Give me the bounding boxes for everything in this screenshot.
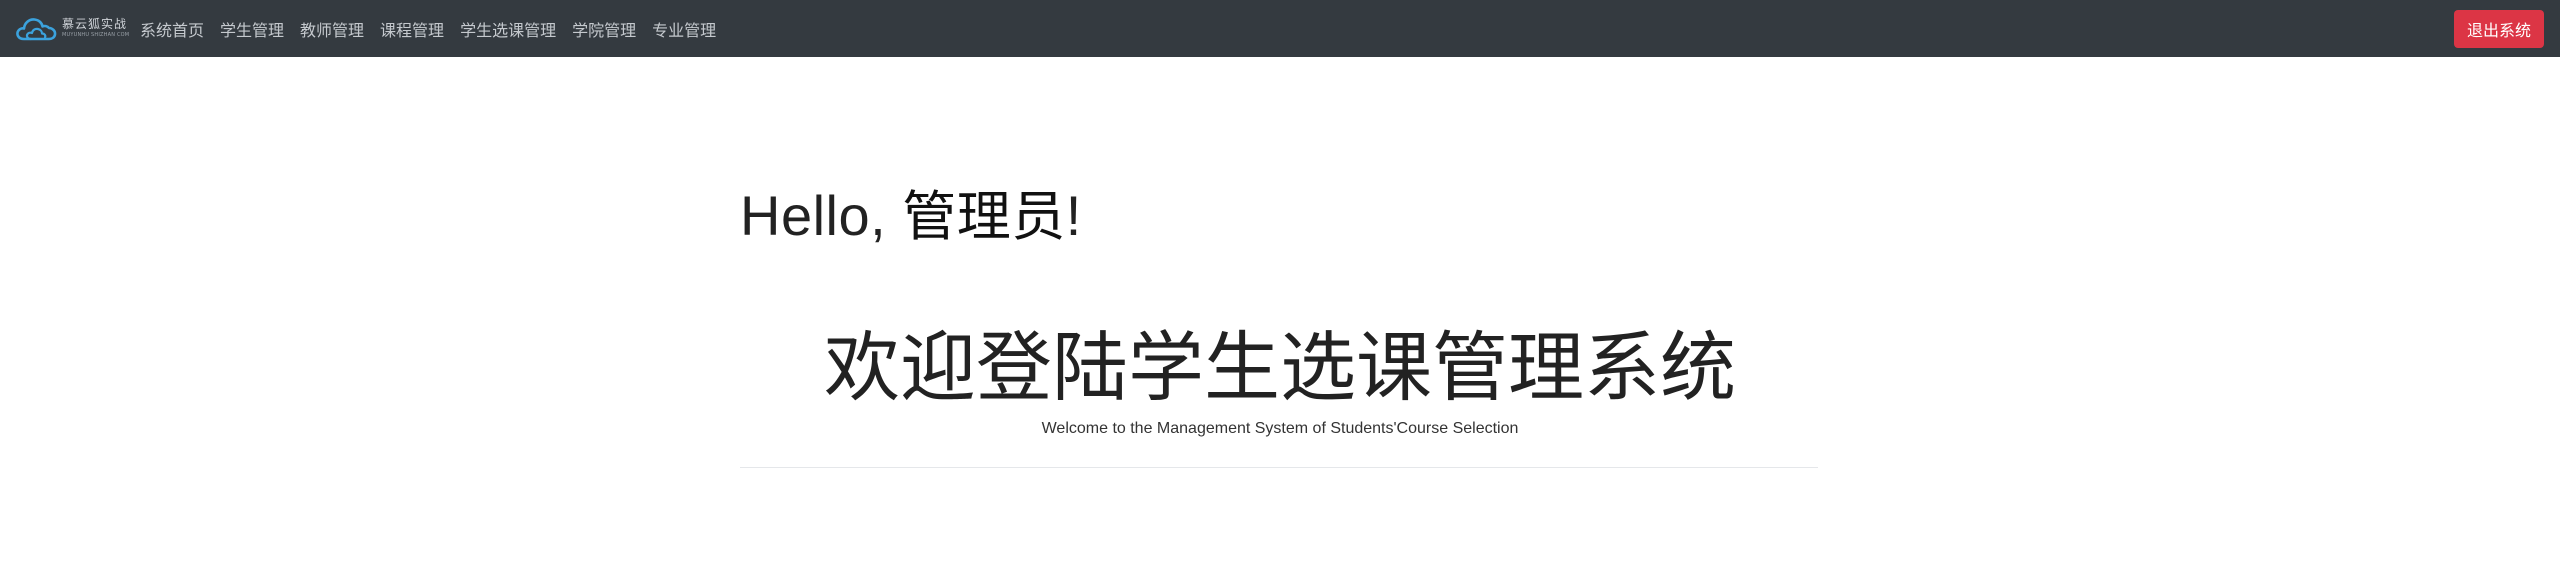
- brand-tagline: MUYUNHU SHIZHAN COM: [62, 32, 130, 38]
- main-nav: 系统首页 学生管理 教师管理 课程管理 学生选课管理 学院管理 专业管理: [132, 0, 724, 57]
- nav-item-teachers[interactable]: 教师管理: [292, 17, 372, 41]
- nav-item-course-selection[interactable]: 学生选课管理: [452, 17, 564, 41]
- nav-item-majors[interactable]: 专业管理: [644, 17, 724, 41]
- welcome-title: 欢迎登陆学生选课管理系统: [824, 323, 1736, 412]
- nav-item-home[interactable]: 系统首页: [132, 17, 212, 41]
- brand-logo[interactable]: 慕云狐实战 MUYUNHU SHIZHAN COM: [14, 10, 129, 46]
- nav-item-colleges[interactable]: 学院管理: [564, 17, 644, 41]
- nav-item-courses[interactable]: 课程管理: [372, 17, 452, 41]
- nav-item-students[interactable]: 学生管理: [212, 17, 292, 41]
- top-navbar: 慕云狐实战 MUYUNHU SHIZHAN COM 系统首页 学生管理 教师管理…: [0, 0, 2560, 57]
- logout-button[interactable]: 退出系统: [2454, 10, 2544, 48]
- brand-name: 慕云狐实战: [62, 17, 128, 31]
- greeting-heading: Hello, 管理员!: [740, 172, 1082, 251]
- welcome-subtitle: Welcome to the Management System of Stud…: [1041, 420, 1519, 437]
- content-divider: [740, 467, 1818, 468]
- cloud-icon: [14, 13, 58, 43]
- greeting-username: 管理员: [902, 185, 1066, 248]
- greeting-prefix: Hello,: [740, 184, 903, 247]
- greeting-suffix: !: [1065, 184, 1082, 247]
